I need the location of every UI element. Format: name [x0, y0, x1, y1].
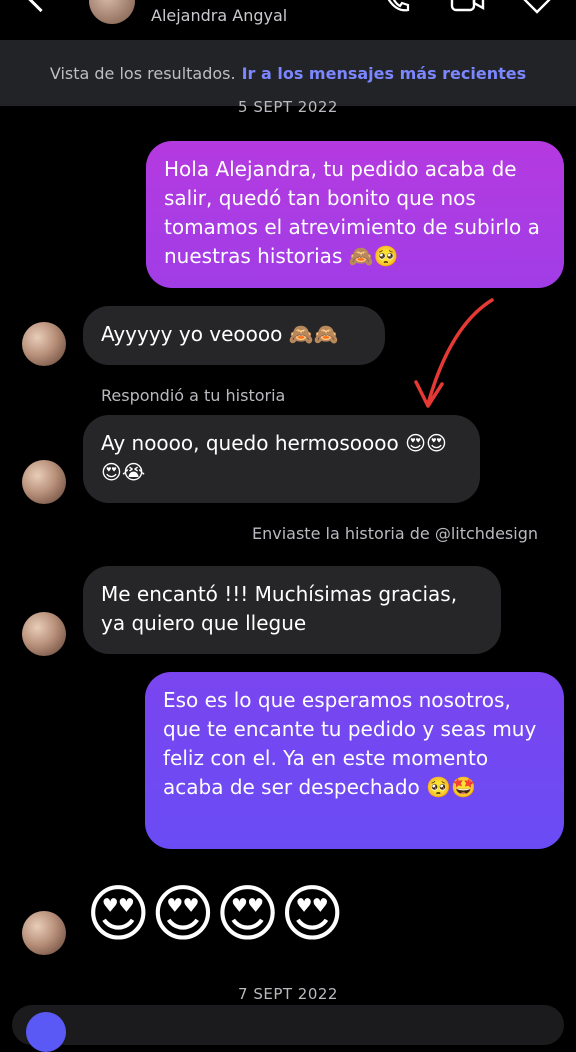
chat-header: Alejandra Angyal: [0, 0, 576, 40]
message-text: Hola Alejandra, tu pedido acaba de salir…: [164, 157, 540, 268]
sender-avatar[interactable]: [22, 322, 66, 366]
annotation-arrow: [414, 298, 494, 408]
latest-messages-link[interactable]: Ir a los mensajes más recientes: [242, 64, 527, 83]
heart-icon[interactable]: [520, 0, 554, 14]
message-text: Ayyyyy yo veoooo 🙈🙈: [101, 322, 339, 346]
camera-icon[interactable]: [26, 1012, 66, 1052]
message-composer[interactable]: [12, 1005, 564, 1045]
received-message[interactable]: Ayyyyy yo veoooo 🙈🙈: [83, 306, 385, 365]
message-text: Eso es lo que esperamos nosotros, que te…: [163, 688, 537, 799]
message-text: Ay noooo, quedo hermosoooo 😍😍😍😭: [101, 431, 447, 484]
emoji-message[interactable]: 😍😍😍😍: [86, 878, 345, 950]
video-icon[interactable]: [450, 0, 486, 14]
sent-story-label: Enviaste la historia de @litchdesign: [252, 524, 539, 543]
received-message[interactable]: Me encantó !!! Muchísimas gracias, ya qu…: [83, 566, 501, 654]
sender-avatar[interactable]: [22, 612, 66, 656]
sent-message[interactable]: Hola Alejandra, tu pedido acaba de salir…: [146, 141, 564, 288]
banner-text: Vista de los resultados.: [49, 63, 236, 83]
contact-name[interactable]: Alejandra Angyal: [151, 6, 287, 25]
message-text: Me encantó !!! Muchísimas gracias, ya qu…: [101, 582, 458, 635]
sender-avatar[interactable]: [22, 460, 66, 504]
sent-message[interactable]: Eso es lo que esperamos nosotros, que te…: [145, 672, 564, 849]
sender-avatar[interactable]: [22, 911, 66, 955]
received-message[interactable]: Ay noooo, quedo hermosoooo 😍😍😍😭: [83, 415, 480, 503]
back-chevron-icon[interactable]: [22, 0, 59, 13]
date-separator: 7 SEPT 2022: [238, 985, 338, 1003]
date-separator: 5 SEPT 2022: [238, 98, 338, 116]
phone-icon[interactable]: [383, 0, 411, 14]
search-results-banner: Vista de los resultados. Ir a los mensaj…: [0, 40, 576, 106]
story-reply-label: Respondió a tu historia: [101, 386, 286, 405]
contact-avatar[interactable]: [89, 0, 135, 24]
